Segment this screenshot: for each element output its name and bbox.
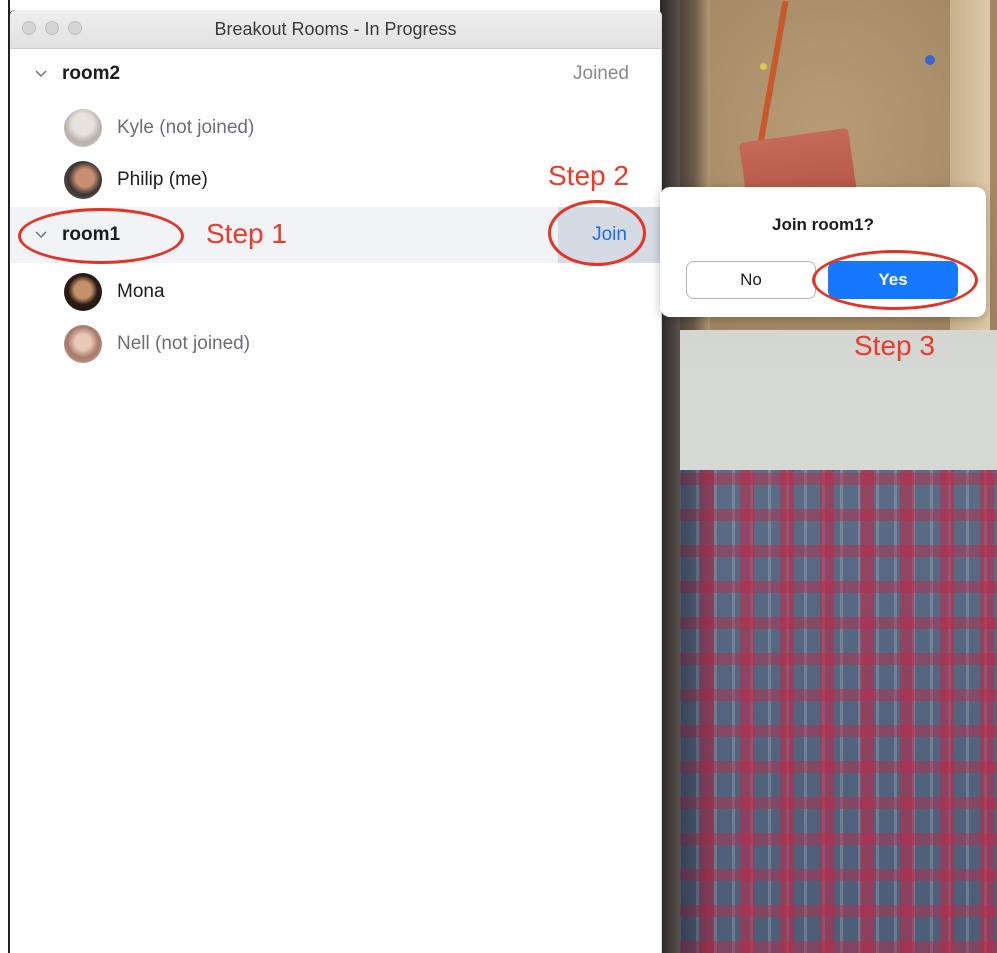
participant-row: Mona	[64, 272, 165, 312]
participant-row: Nell (not joined)	[64, 324, 250, 364]
room-header-room2[interactable]: room2 Joined	[10, 46, 661, 102]
avatar	[64, 161, 102, 199]
screen: Breakout Rooms - In Progress room2 Joine…	[0, 0, 997, 953]
chevron-down-icon[interactable]	[34, 67, 48, 81]
no-button[interactable]: No	[686, 261, 816, 299]
participant-name: Kyle (not joined)	[117, 117, 255, 138]
desktop-edge	[0, 0, 10, 953]
minimize-window-button[interactable]	[45, 21, 59, 35]
close-window-button[interactable]	[22, 21, 36, 35]
window-controls	[22, 21, 82, 35]
video-pin-yellow	[760, 63, 767, 70]
participant-name: Mona	[117, 281, 165, 302]
dialog-title: Join room1?	[771, 215, 874, 234]
step2-label: Step 2	[548, 160, 629, 191]
avatar	[64, 325, 102, 363]
window-title: Breakout Rooms - In Progress	[214, 18, 457, 39]
zoom-window-button[interactable]	[68, 21, 82, 35]
participant-name: Nell (not joined)	[117, 333, 251, 354]
step2-highlight-ring	[548, 200, 646, 266]
window-titlebar[interactable]: Breakout Rooms - In Progress	[10, 10, 661, 49]
room-status: Joined	[573, 63, 629, 84]
step1-highlight-ring	[18, 208, 184, 264]
participant-row: Kyle (not joined)	[64, 108, 254, 148]
video-dark-edge	[660, 0, 680, 953]
avatar	[64, 273, 102, 311]
participant-name: Philip (me)	[117, 169, 208, 190]
avatar	[64, 109, 102, 147]
step3-highlight-ring	[812, 250, 978, 310]
video-feed	[660, 0, 997, 953]
video-pin	[925, 55, 935, 65]
room-name: room2	[62, 63, 121, 84]
breakout-rooms-window: Breakout Rooms - In Progress room2 Joine…	[10, 10, 661, 953]
step1-label: Step 1	[206, 218, 287, 249]
participant-row: Philip (me)	[64, 160, 208, 200]
step3-label: Step 3	[854, 330, 935, 361]
